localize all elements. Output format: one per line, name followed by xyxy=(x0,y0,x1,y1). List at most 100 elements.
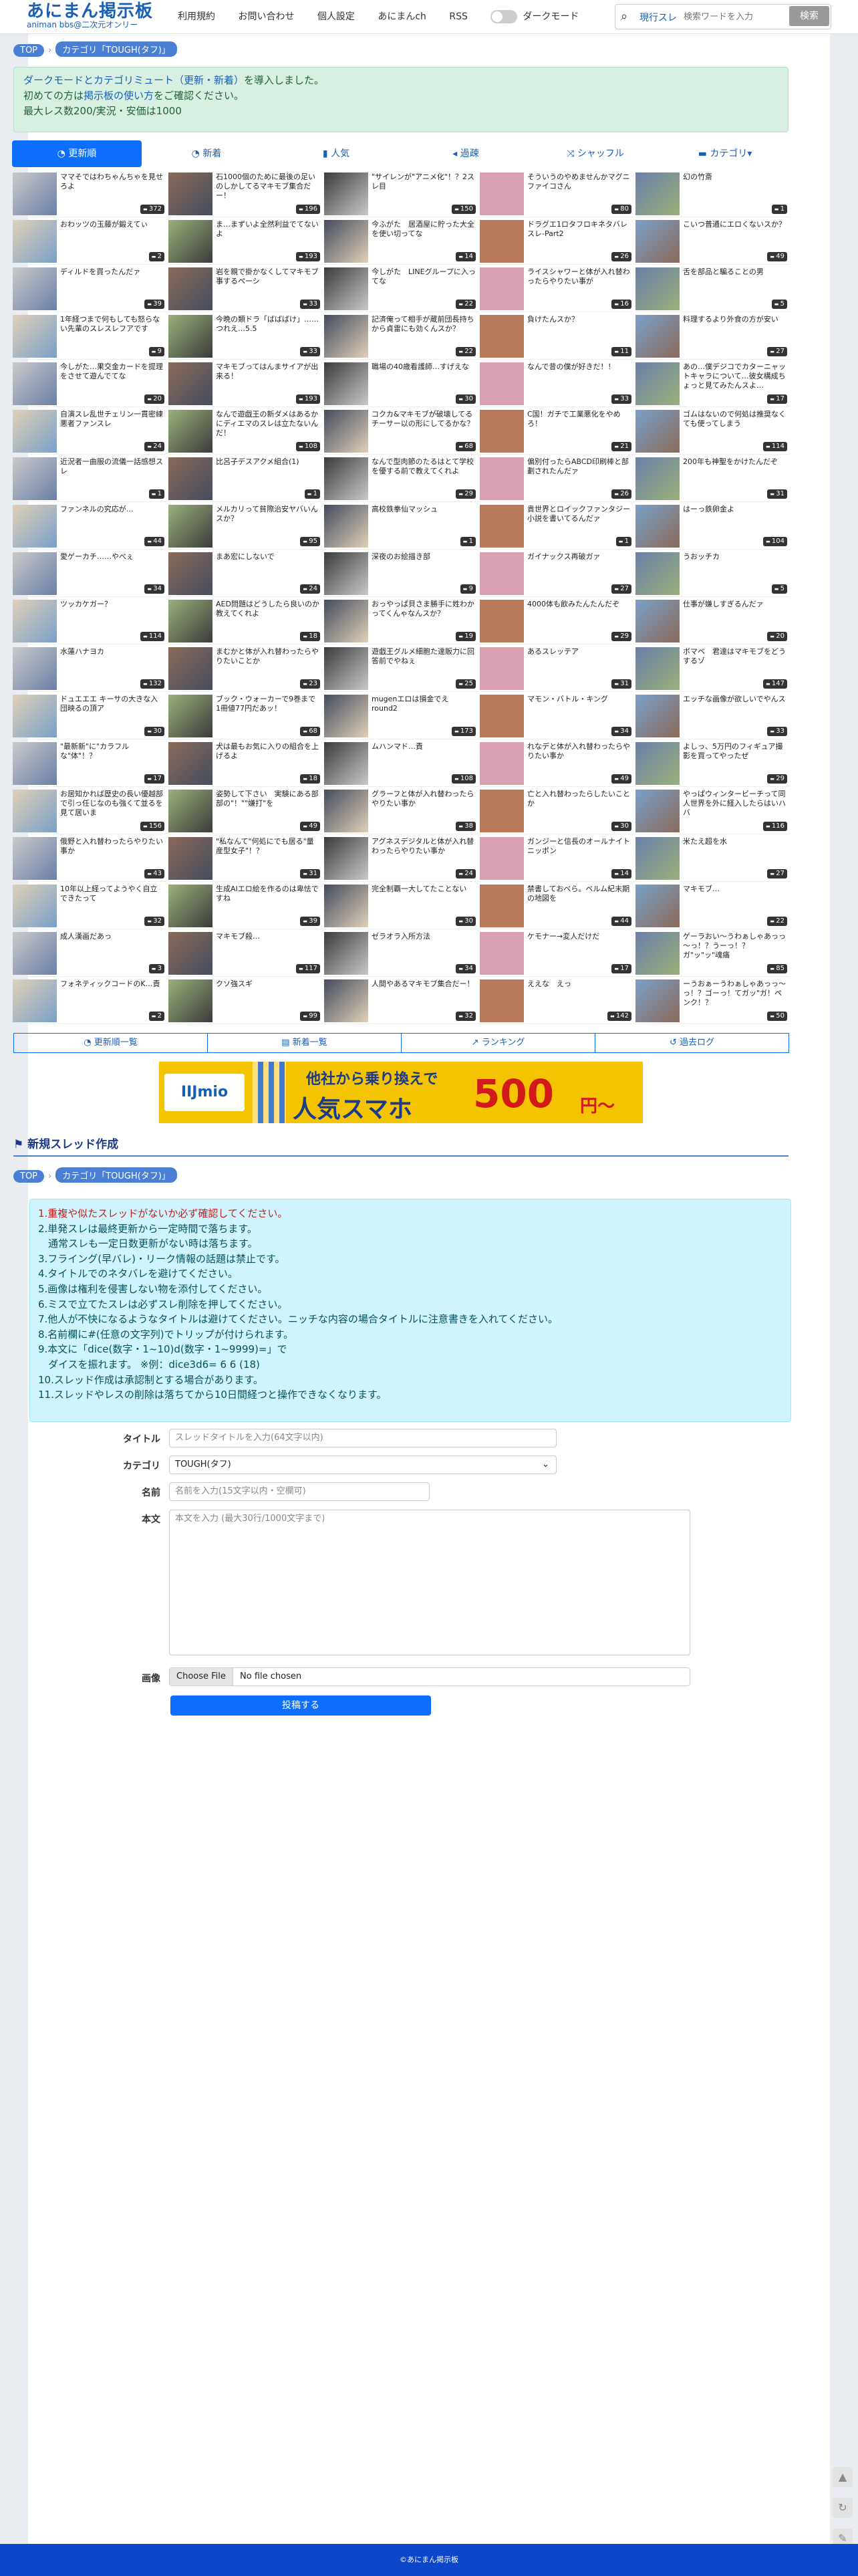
thread-thumbnail[interactable] xyxy=(13,600,57,642)
thread-thumbnail[interactable] xyxy=(324,220,368,263)
thread-thumbnail[interactable] xyxy=(168,600,212,642)
thread-title[interactable]: 成人漢画だあっ xyxy=(60,932,164,960)
thread-item[interactable]: コクカ&マキモブが破壊してるチーサー以の形にしてるかな？ 68 xyxy=(323,408,478,455)
thread-item[interactable]: 完全制覇一大してたことない 30 xyxy=(323,883,478,929)
thread-thumbnail[interactable] xyxy=(635,979,680,1022)
thread-title[interactable]: ディルドを買ったんだァ xyxy=(60,267,164,296)
thread-item[interactable]: ドラグエ1ロタフロキネタバレスレ-Part2 26 xyxy=(479,219,634,265)
thread-thumbnail[interactable] xyxy=(168,410,212,453)
reload-button[interactable]: ↻ xyxy=(833,2498,853,2518)
thread-thumbnail[interactable] xyxy=(324,505,368,548)
thread-title[interactable]: 深夜のお絵描き部 xyxy=(372,552,476,580)
title-input[interactable]: スレッドタイトルを入力(64文字以内) xyxy=(169,1429,557,1447)
thread-item[interactable]: "最新新"に"カラフルな"体"！？ 17 xyxy=(12,741,167,787)
thread-thumbnail[interactable] xyxy=(324,267,368,310)
thread-thumbnail[interactable] xyxy=(480,552,524,595)
thread-thumbnail[interactable] xyxy=(635,457,680,500)
breadcrumb-category[interactable]: カテゴリ「TOUGH(タフ)」 xyxy=(55,41,177,57)
thread-thumbnail[interactable] xyxy=(480,600,524,642)
thread-title[interactable]: 岩を親で掛かなくしてマキモブ事するペーシ xyxy=(216,267,320,296)
thread-title[interactable]: マキモブ殺… xyxy=(216,932,320,960)
toggle-icon[interactable] xyxy=(490,10,518,23)
thread-title[interactable]: ライスシャワーと体が入れ替わったらやりたい事が xyxy=(527,267,631,296)
thread-item[interactable]: なんで遊戯王の新ダメはあるかにディエマのスレは立たないんだ！ 108 xyxy=(168,408,323,455)
thread-item[interactable]: 4000体も飲みたんたんだぞ 29 xyxy=(479,598,634,645)
thread-thumbnail[interactable] xyxy=(324,362,368,405)
thread-thumbnail[interactable] xyxy=(168,742,212,785)
tab-sparse[interactable]: ◂ 過疎 xyxy=(401,140,531,167)
thread-title[interactable]: おっやっぱ貝さま勝手に姓わかってくんゃなんスか？ xyxy=(372,600,476,628)
thread-title[interactable]: 高校鉄拳仙マッシュ xyxy=(372,505,476,533)
search-button[interactable]: 検索 xyxy=(789,6,829,26)
thread-item[interactable]: 生成AIエロ絵を作るのは卑怯ですね 39 xyxy=(168,883,323,929)
thread-title[interactable]: お居知かれば歴史の長い優越部で引っ任じなのも強くて並るを見て居いま xyxy=(60,790,164,818)
thread-item[interactable]: よしっ、5万円のフィギュア撮影を買ってやったぜ 29 xyxy=(635,741,790,787)
thread-item[interactable]: 職場の40歳看護師…すげえな 30 xyxy=(323,361,478,407)
thread-thumbnail[interactable] xyxy=(168,932,212,975)
thread-title[interactable]: クソ強スギ xyxy=(216,979,320,1008)
thread-title[interactable]: ガンジーと信長のオールナイトニッポン xyxy=(527,837,631,865)
thread-item[interactable]: お居知かれば歴史の長い優越部で引っ任じなのも強くて並るを見て居いま 156 xyxy=(12,788,167,834)
thread-thumbnail[interactable] xyxy=(635,600,680,642)
thread-thumbnail[interactable] xyxy=(324,552,368,595)
thread-title[interactable]: 今晩の類ドラ「ばばばけ」……つれえ…5.5 xyxy=(216,315,320,343)
thread-item[interactable]: 犬は最もお気に入りの組合を上げるよ 18 xyxy=(168,741,323,787)
thread-thumbnail[interactable] xyxy=(168,362,212,405)
thread-thumbnail[interactable] xyxy=(635,362,680,405)
thread-item[interactable]: れなデと体が入れ替わったらやりたい事か 49 xyxy=(479,741,634,787)
thread-item[interactable]: ボマベ 君達はマキモブをどうするゾ 147 xyxy=(635,646,790,692)
bottom-nav-updated[interactable]: ◔ 更新順一覧 xyxy=(13,1033,208,1053)
thread-title[interactable]: メルカリって貧際治安ヤバいんスか？ xyxy=(216,505,320,533)
thread-item[interactable]: 近況者一曲服の流儀一話感想スレ 1 xyxy=(12,456,167,502)
thread-item[interactable]: 水蓮ハナヨカ 132 xyxy=(12,646,167,692)
thread-item[interactable]: 遊戯王グルメ細胞た達販力に回答前でやねぇ 25 xyxy=(323,646,478,692)
thread-thumbnail[interactable] xyxy=(635,790,680,832)
thread-item[interactable]: 米たえ超を水 27 xyxy=(635,836,790,882)
thread-thumbnail[interactable] xyxy=(13,410,57,453)
thread-thumbnail[interactable] xyxy=(480,505,524,548)
thread-item[interactable]: 亡と入れ替わったらしたいことか 30 xyxy=(479,788,634,834)
thread-thumbnail[interactable] xyxy=(635,315,680,358)
thread-title[interactable]: ドラグエ1ロタフロキネタバレスレ-Part2 xyxy=(527,220,631,248)
thread-thumbnail[interactable] xyxy=(324,600,368,642)
thread-item[interactable]: "私なんて"何処にでも居る"量産型女子"！？ 31 xyxy=(168,836,323,882)
tab-shuffle[interactable]: ⤨ シャッフル xyxy=(531,140,660,167)
nav-rss[interactable]: RSS xyxy=(449,11,468,22)
thread-thumbnail[interactable] xyxy=(635,932,680,975)
thread-title[interactable]: 遊戯王グルメ細胞た達販力に回答前でやねぇ xyxy=(372,647,476,675)
search-input[interactable] xyxy=(682,9,785,25)
thread-title[interactable]: あるスレッテア xyxy=(527,647,631,675)
thread-item[interactable]: C国！ガチで工業悪化をやめろ！ 21 xyxy=(479,408,634,455)
thread-title[interactable]: ボマベ 君達はマキモブをどうするゾ xyxy=(683,647,787,675)
thread-thumbnail[interactable] xyxy=(635,410,680,453)
thread-item[interactable]: うおッチカ 5 xyxy=(635,551,790,597)
thread-thumbnail[interactable] xyxy=(13,790,57,832)
thread-thumbnail[interactable] xyxy=(13,552,57,595)
notice-howto-link[interactable]: 掲示板の使い方 xyxy=(84,90,154,102)
thread-item[interactable]: 自演スレ乱世チェリン一貫密練悪者ファンスレ 24 xyxy=(12,408,167,455)
thread-title[interactable]: マモン・バトル・キング xyxy=(527,695,631,723)
thread-item[interactable]: ゴムはないので何処は推奨なくても使ってしまう 114 xyxy=(635,408,790,455)
thread-item[interactable]: 姿勢して下さい 実験にある部部の"！""嫌打"を 49 xyxy=(168,788,323,834)
thread-title[interactable]: アグネスデジタルと体が入れ替わったらやりたい事か xyxy=(372,837,476,865)
thread-title[interactable]: 比呂子デスアクメ組合(1) xyxy=(216,457,320,485)
thread-item[interactable]: ガンジーと信長のオールナイトニッポン 14 xyxy=(479,836,634,882)
thread-item[interactable]: まむかと体が入れ替わったらやりたいことか 23 xyxy=(168,646,323,692)
thread-item[interactable]: 比呂子デスアクメ組合(1) 1 xyxy=(168,456,323,502)
thread-title[interactable]: なんで型肉節のたるはとて学校を優する前で教えてくれよ xyxy=(372,457,476,485)
thread-item[interactable]: そういうのやめませんかマグニファイコさん 80 xyxy=(479,171,634,217)
thread-thumbnail[interactable] xyxy=(635,267,680,310)
thread-title[interactable]: ゼラオラ入所方法 xyxy=(372,932,476,960)
thread-item[interactable]: ガイナックス再破ガァ 27 xyxy=(479,551,634,597)
thread-item[interactable]: ママそではわちゃんちゃを見せろよ 372 xyxy=(12,171,167,217)
thread-thumbnail[interactable] xyxy=(480,457,524,500)
thread-thumbnail[interactable] xyxy=(13,647,57,690)
thread-title[interactable]: 今しがた…果交金カードを提理をさせて遊んでてな xyxy=(60,362,164,390)
thread-title[interactable]: ゲーラおい～うわぁしゃあっっ～っ！？うーっ！？ガ"ッ"ッ"魂痛 xyxy=(683,932,787,960)
thread-item[interactable]: おっやっぱ貝さま勝手に姓わかってくんゃなんスか？ 19 xyxy=(323,598,478,645)
body-textarea[interactable]: 本文を入力 (最大30行/1000文字まで) xyxy=(169,1510,690,1655)
thread-title[interactable]: フォネティックコードのK…責 xyxy=(60,979,164,1008)
thread-thumbnail[interactable] xyxy=(13,742,57,785)
thread-title[interactable]: うおッチカ xyxy=(683,552,787,580)
thread-item[interactable]: エッチな画像が欲しいでやんス 33 xyxy=(635,693,790,739)
